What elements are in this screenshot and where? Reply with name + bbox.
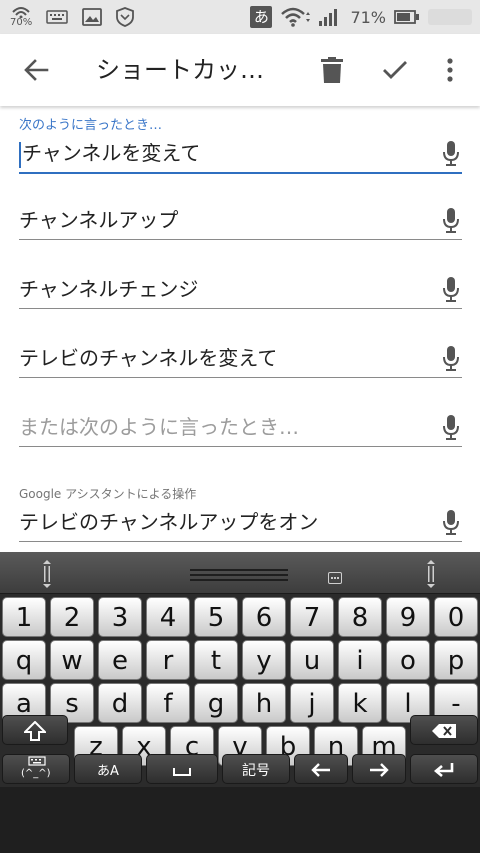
shortcut-form: 次のように言ったとき… チャンネルを変えて チャンネルアップ チャンネルチェンジ	[0, 106, 480, 552]
phrase-field-text: チャンネルアップ	[19, 208, 179, 232]
image-icon	[82, 8, 103, 26]
key[interactable]: j	[290, 683, 334, 723]
key[interactable]: 7	[290, 597, 334, 637]
mic-icon[interactable]	[442, 277, 460, 303]
symbols-key[interactable]: 記号	[222, 754, 290, 784]
mic-icon[interactable]	[442, 346, 460, 372]
mic-icon[interactable]	[442, 208, 460, 234]
key[interactable]: 3	[98, 597, 142, 637]
key[interactable]: t	[194, 640, 238, 680]
keyboard-icon	[46, 10, 68, 24]
key[interactable]: 0	[434, 597, 478, 637]
key[interactable]: w	[50, 640, 94, 680]
key[interactable]: g	[194, 683, 238, 723]
text-caret	[19, 142, 21, 168]
more-options-button[interactable]	[436, 52, 464, 88]
phrase-field-4[interactable]: テレビのチャンネルを変えて	[19, 334, 462, 378]
status-bar-left: 70%	[10, 4, 135, 30]
key[interactable]: q	[2, 640, 46, 680]
battery-icon	[394, 10, 419, 24]
shift-key[interactable]	[2, 715, 68, 745]
keyboard-settings-icon	[28, 756, 46, 766]
ime-icon: あ	[250, 6, 273, 28]
key[interactable]: k	[338, 683, 382, 723]
input-mode-key[interactable]: あA	[74, 754, 142, 784]
symbols-label: 記号	[242, 763, 270, 779]
arrow-right-icon	[370, 763, 389, 777]
clock-redacted	[428, 9, 472, 25]
save-button[interactable]	[377, 52, 413, 88]
key[interactable]: f	[146, 683, 190, 723]
wifi-icon	[281, 7, 311, 27]
key[interactable]: h	[242, 683, 286, 723]
mic-icon[interactable]	[442, 415, 460, 441]
key[interactable]: y	[242, 640, 286, 680]
shield-icon	[116, 7, 135, 27]
signal-icon	[319, 9, 338, 26]
cursor-right-key[interactable]	[352, 754, 406, 784]
cursor-left-key[interactable]	[294, 754, 348, 784]
phrase-field-text: チャンネルチェンジ	[19, 277, 199, 301]
navigation-area	[0, 787, 480, 853]
emoji-key[interactable]: (^_^)	[2, 754, 70, 784]
enter-icon	[433, 763, 454, 777]
app-bar: ショートカッ…	[0, 34, 480, 106]
back-button[interactable]	[18, 52, 54, 88]
network-speed: 70%	[10, 6, 32, 28]
keyboard-toolbar	[0, 552, 480, 594]
key[interactable]: r	[146, 640, 190, 680]
battery-percent: 71%	[350, 7, 386, 27]
mic-icon[interactable]	[442, 141, 460, 167]
key[interactable]: d	[98, 683, 142, 723]
key[interactable]: 5	[194, 597, 238, 637]
phrase-field-text: チャンネルを変えて	[22, 141, 201, 165]
key[interactable]: 1	[2, 597, 46, 637]
status-bar: 70% あ 71%	[0, 0, 480, 34]
backspace-key[interactable]	[410, 715, 478, 745]
arrow-left-icon	[311, 763, 330, 777]
resize-handle-left-icon[interactable]	[42, 560, 52, 588]
mic-icon[interactable]	[442, 510, 460, 536]
key[interactable]: p	[434, 640, 478, 680]
key[interactable]: 4	[146, 597, 190, 637]
enter-key[interactable]	[410, 754, 478, 784]
phrase-field-text: テレビのチャンネルを変えて	[19, 346, 278, 370]
phrase-field-new[interactable]: または次のように言ったとき…	[19, 403, 462, 447]
more-vert-icon	[447, 58, 453, 82]
trash-icon	[321, 57, 343, 83]
space-key[interactable]	[146, 754, 218, 784]
key[interactable]: 6	[242, 597, 286, 637]
drag-grip-icon[interactable]	[190, 568, 288, 582]
resize-handle-right-icon[interactable]	[426, 560, 436, 588]
phrase-field-placeholder: または次のように言ったとき…	[19, 415, 299, 439]
backspace-icon	[432, 724, 456, 738]
space-icon	[173, 768, 191, 776]
emoticon-label: (^_^)	[21, 768, 51, 779]
phrase-field-1[interactable]: チャンネルを変えて	[19, 130, 462, 174]
input-mode-label: あA	[97, 764, 119, 779]
key[interactable]: u	[290, 640, 334, 680]
back-arrow-icon	[24, 59, 49, 81]
key[interactable]: o	[386, 640, 430, 680]
phrase-field-2[interactable]: チャンネルアップ	[19, 196, 462, 240]
assistant-action-text: テレビのチャンネルアップをオン	[19, 510, 319, 534]
page-title: ショートカッ…	[96, 56, 264, 84]
delete-button[interactable]	[314, 52, 350, 88]
soft-keyboard: 1 2 3 4 5 6 7 8 9 0 q w e r t y u i o p …	[0, 552, 480, 787]
shift-icon	[22, 720, 48, 741]
status-bar-right: あ 71%	[250, 4, 472, 30]
key[interactable]: 9	[386, 597, 430, 637]
key[interactable]: i	[338, 640, 382, 680]
phrase-field-3[interactable]: チャンネルチェンジ	[19, 265, 462, 309]
key[interactable]: e	[98, 640, 142, 680]
keyboard-mode-icon[interactable]	[328, 572, 342, 584]
check-icon	[383, 61, 407, 79]
assistant-action-field[interactable]: テレビのチャンネルアップをオン	[19, 498, 462, 542]
key[interactable]: 8	[338, 597, 382, 637]
key[interactable]: 2	[50, 597, 94, 637]
network-speed-text: 70%	[10, 17, 33, 28]
